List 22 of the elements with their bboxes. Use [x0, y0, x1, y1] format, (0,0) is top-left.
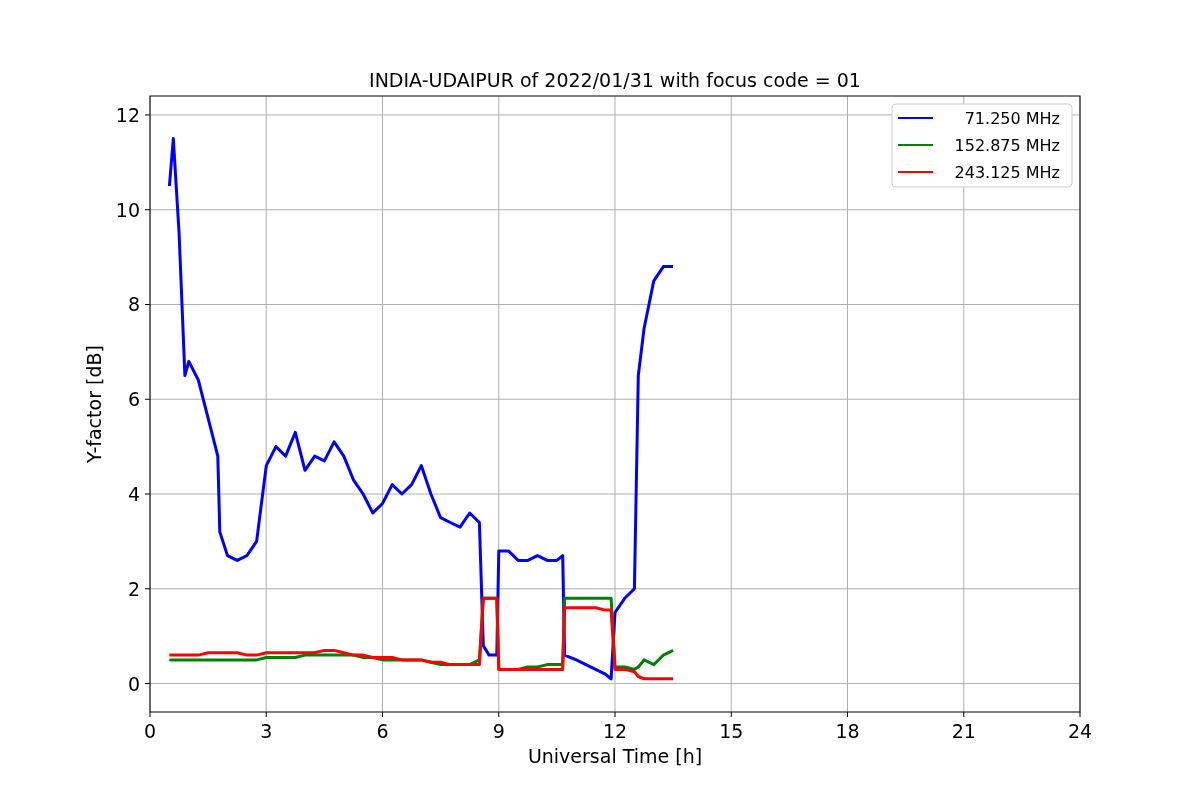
legend-label: 71.250 MHz	[964, 109, 1060, 128]
y-tick-label: 8	[127, 293, 140, 316]
x-tick-label: 21	[951, 720, 976, 742]
y-tick-label: 0	[127, 672, 140, 695]
y-axis-label: Y-factor [dB]	[83, 345, 105, 463]
y-tick-label: 10	[115, 198, 140, 221]
y-tick-label: 6	[127, 388, 140, 411]
x-tick-label: 3	[260, 720, 273, 742]
x-tick-label: 6	[376, 720, 389, 742]
x-tick-label: 15	[719, 720, 744, 742]
chart-title: INDIA-UDAIPUR of 2022/01/31 with focus code = 01	[369, 69, 861, 91]
x-tick-label: 12	[602, 720, 628, 742]
x-tick-label: 0	[143, 720, 157, 742]
y-tick-label: 12	[115, 103, 140, 126]
x-tick-label: 24	[1067, 720, 1093, 742]
legend-label: 243.125 MHz	[954, 163, 1060, 182]
y-tick-label: 4	[127, 483, 140, 506]
legend-label: 152.875 MHz	[954, 136, 1060, 155]
x-axis-label: Universal Time [h]	[527, 745, 703, 767]
x-tick-label: 18	[835, 720, 860, 742]
x-tick-label: 9	[492, 720, 505, 742]
y-tick-label: 2	[127, 577, 140, 600]
